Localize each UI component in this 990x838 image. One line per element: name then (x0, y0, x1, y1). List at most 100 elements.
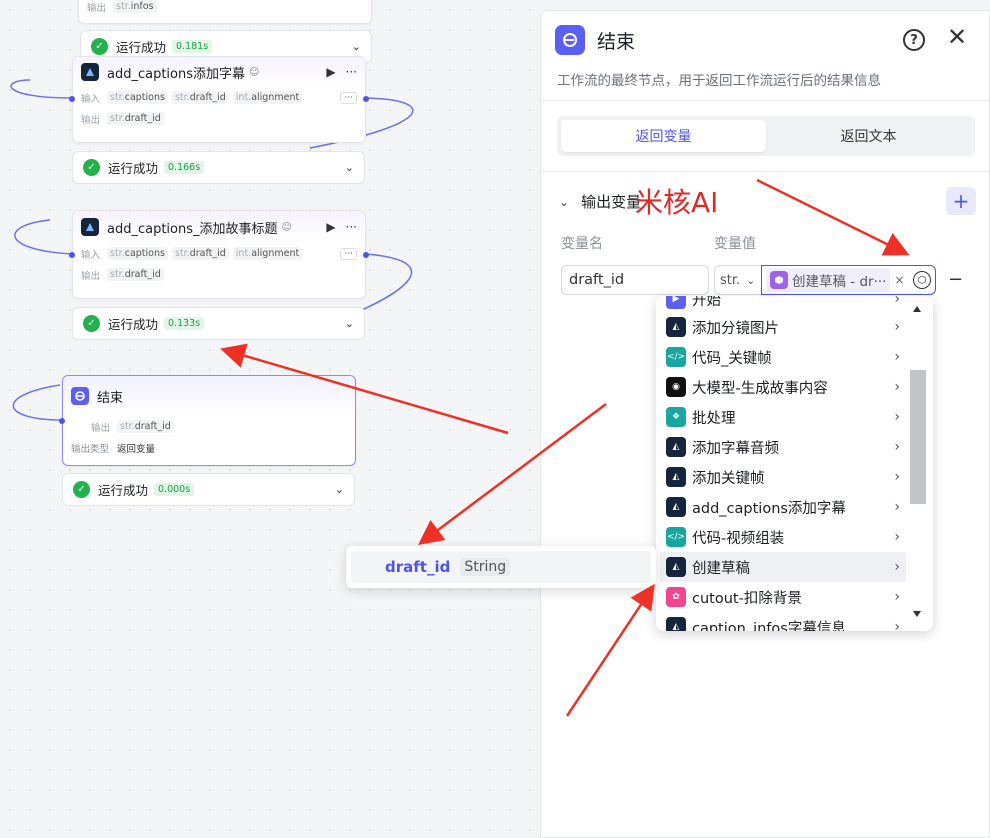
input-port[interactable] (69, 252, 75, 258)
plugin-icon: ◭ (666, 437, 686, 457)
input-tag: int.alignment (232, 247, 303, 260)
chevron-right-icon: › (894, 529, 900, 545)
input-port[interactable] (69, 96, 75, 102)
run-status-bar[interactable]: ✓ 运行成功 0.166s ⌄ (72, 151, 365, 184)
more-icon[interactable]: ··· (346, 65, 357, 79)
node-reference-dropdown[interactable]: ▶ 开始 › ◭ 添加分镜图片 › </> 代码_关键帧 › ◉ 大模型-生成故… (656, 296, 933, 631)
plugin-icon: ◭ (666, 557, 686, 577)
run-status-bar[interactable]: ✓ 运行成功 0.000s ⌄ (62, 473, 355, 506)
top-node-fragment[interactable]: 输出 str.infos (78, 0, 372, 24)
dropdown-item[interactable]: ✿ cutout-扣除背景 › (660, 582, 906, 612)
plugin-icon (81, 218, 99, 236)
chevron-down-icon: ⌄ (746, 273, 756, 287)
success-check-icon: ✓ (91, 38, 108, 55)
dropdown-item[interactable]: ◭ 添加字幕音频 › (660, 432, 906, 462)
dropdown-item[interactable]: ◉ 大模型-生成故事内容 › (660, 372, 906, 402)
dropdown-item[interactable]: ◭ add_captions添加字幕 › (660, 492, 906, 522)
column-header-name: 变量名 (561, 236, 603, 252)
chevron-down-icon[interactable]: ⌄ (559, 195, 569, 209)
remove-variable-button[interactable]: − (948, 269, 963, 290)
chevron-down-icon[interactable]: ⌄ (345, 317, 354, 330)
cutout-icon: ✿ (666, 587, 686, 607)
variable-value-reference[interactable]: 创建草稿 - dr··· × ⬡ (761, 265, 936, 295)
scrollbar-thumb[interactable] (910, 370, 926, 504)
input-port[interactable] (59, 418, 65, 424)
dropdown-item[interactable]: ❖ 批处理 › (660, 402, 906, 432)
variable-type-select[interactable]: str. ⌄ (714, 265, 762, 295)
scrollbar[interactable] (908, 300, 928, 627)
run-node-icon[interactable]: ▶ (326, 65, 335, 79)
dropdown-item-label: 开始 (692, 296, 721, 309)
scroll-down-icon[interactable] (913, 611, 921, 617)
run-status-bar[interactable]: ✓ 运行成功 0.133s ⌄ (72, 307, 365, 340)
llm-icon: ◉ (666, 377, 686, 397)
output-label: 输出 (81, 114, 101, 126)
output-variables-section[interactable]: ⌄ 输出变量 (559, 191, 641, 212)
dropdown-item-label: 添加分镜图片 (692, 320, 779, 337)
dropdown-item[interactable]: </> 代码-视频组装 › (660, 522, 906, 552)
more-inputs-button[interactable]: ··· (340, 247, 357, 260)
output-type-value: 返回变量 (117, 443, 156, 455)
plugin-icon (81, 63, 99, 81)
clear-reference-icon[interactable]: × (894, 273, 904, 287)
dropdown-item[interactable]: </> 代码_关键帧 › (660, 342, 906, 372)
tab-return-variable[interactable]: 返回变量 (561, 120, 766, 152)
node-add-captions-title[interactable]: add_captions_添加故事标题 ☺ ▶ ··· 输入 str.capti… (72, 210, 366, 299)
output-port[interactable] (363, 96, 369, 102)
dropdown-item-label: 批处理 (692, 410, 736, 427)
dropdown-item[interactable]: ◭ caption_infos字幕信息 › (660, 612, 906, 631)
dropdown-item[interactable]: ◭ 添加关键帧 › (660, 462, 906, 492)
end-icon (555, 25, 585, 55)
node-title: 结束 (97, 390, 124, 406)
variable-picker-icon[interactable]: ⬡ (913, 271, 931, 289)
chevron-right-icon: › (894, 439, 900, 455)
run-time-badge: 0.181s (172, 40, 213, 53)
node-add-captions[interactable]: add_captions添加字幕 ☺ ▶ ··· 输入 str.captions… (72, 56, 366, 143)
dropdown-item[interactable]: ◭ 添加分镜图片 › (660, 312, 906, 342)
code-icon: </> (666, 527, 686, 547)
add-variable-button[interactable]: + (946, 187, 976, 215)
more-inputs-button[interactable]: ··· (340, 91, 357, 104)
run-time-badge: 0.166s (164, 161, 205, 174)
run-time-badge: 0.133s (164, 317, 205, 330)
scroll-up-icon[interactable] (913, 306, 921, 312)
input-tag: str.draft_id (171, 247, 229, 260)
plugin-icon: ◭ (666, 497, 686, 517)
run-node-icon[interactable]: ▶ (326, 220, 335, 234)
input-tag: int.alignment (232, 91, 303, 104)
workflow-canvas[interactable]: 输出 str.infos ✓ 运行成功 0.181s ⌄ add_caption… (0, 0, 540, 838)
variable-option[interactable]: draft_id String (351, 551, 651, 583)
success-check-icon: ✓ (83, 159, 100, 176)
output-tag: str.draft_id (107, 112, 164, 125)
output-port[interactable] (363, 252, 369, 258)
chevron-down-icon[interactable]: ⌄ (335, 483, 344, 496)
dropdown-item-highlighted[interactable]: ◭ 创建草稿 › (660, 552, 906, 582)
dropdown-item-label: 大模型-生成故事内容 (692, 380, 828, 397)
chevron-down-icon[interactable]: ⌄ (352, 40, 361, 53)
panel-description: 工作流的最终节点，用于返回工作流运行后的结果信息 (557, 73, 881, 89)
dropdown-item-label: add_captions添加字幕 (692, 500, 846, 517)
variable-name-input[interactable]: draft_id (561, 265, 709, 295)
help-icon[interactable]: ? (903, 29, 925, 51)
variable-option-type: String (460, 558, 511, 576)
node-end[interactable]: 结束 输出 str.draft_id 输出类型 返回变量 (62, 375, 356, 466)
more-icon[interactable]: ··· (346, 220, 357, 234)
input-tag: str.captions (107, 91, 168, 104)
output-label: 输出 (81, 270, 101, 282)
output-label: 输出 (91, 422, 111, 434)
chevron-down-icon[interactable]: ⌄ (345, 161, 354, 174)
tab-return-text[interactable]: 返回文本 (766, 120, 971, 152)
dropdown-item-label: 添加关键帧 (692, 470, 765, 487)
section-title: 输出变量 (581, 193, 642, 211)
dropdown-item-label: 代码_关键帧 (692, 350, 772, 367)
run-status-label: 运行成功 (116, 40, 167, 55)
close-icon[interactable]: ✕ (947, 25, 967, 49)
input-label: 输入 (81, 249, 101, 261)
chevron-right-icon: › (894, 619, 900, 631)
variable-submenu[interactable]: draft_id String (346, 546, 656, 588)
run-time-badge: 0.000s (154, 483, 195, 496)
panel-title: 结束 (597, 30, 636, 53)
plugin-icon: ◭ (666, 467, 686, 487)
divider (541, 100, 989, 101)
plugin-icon: ◭ (666, 617, 686, 631)
